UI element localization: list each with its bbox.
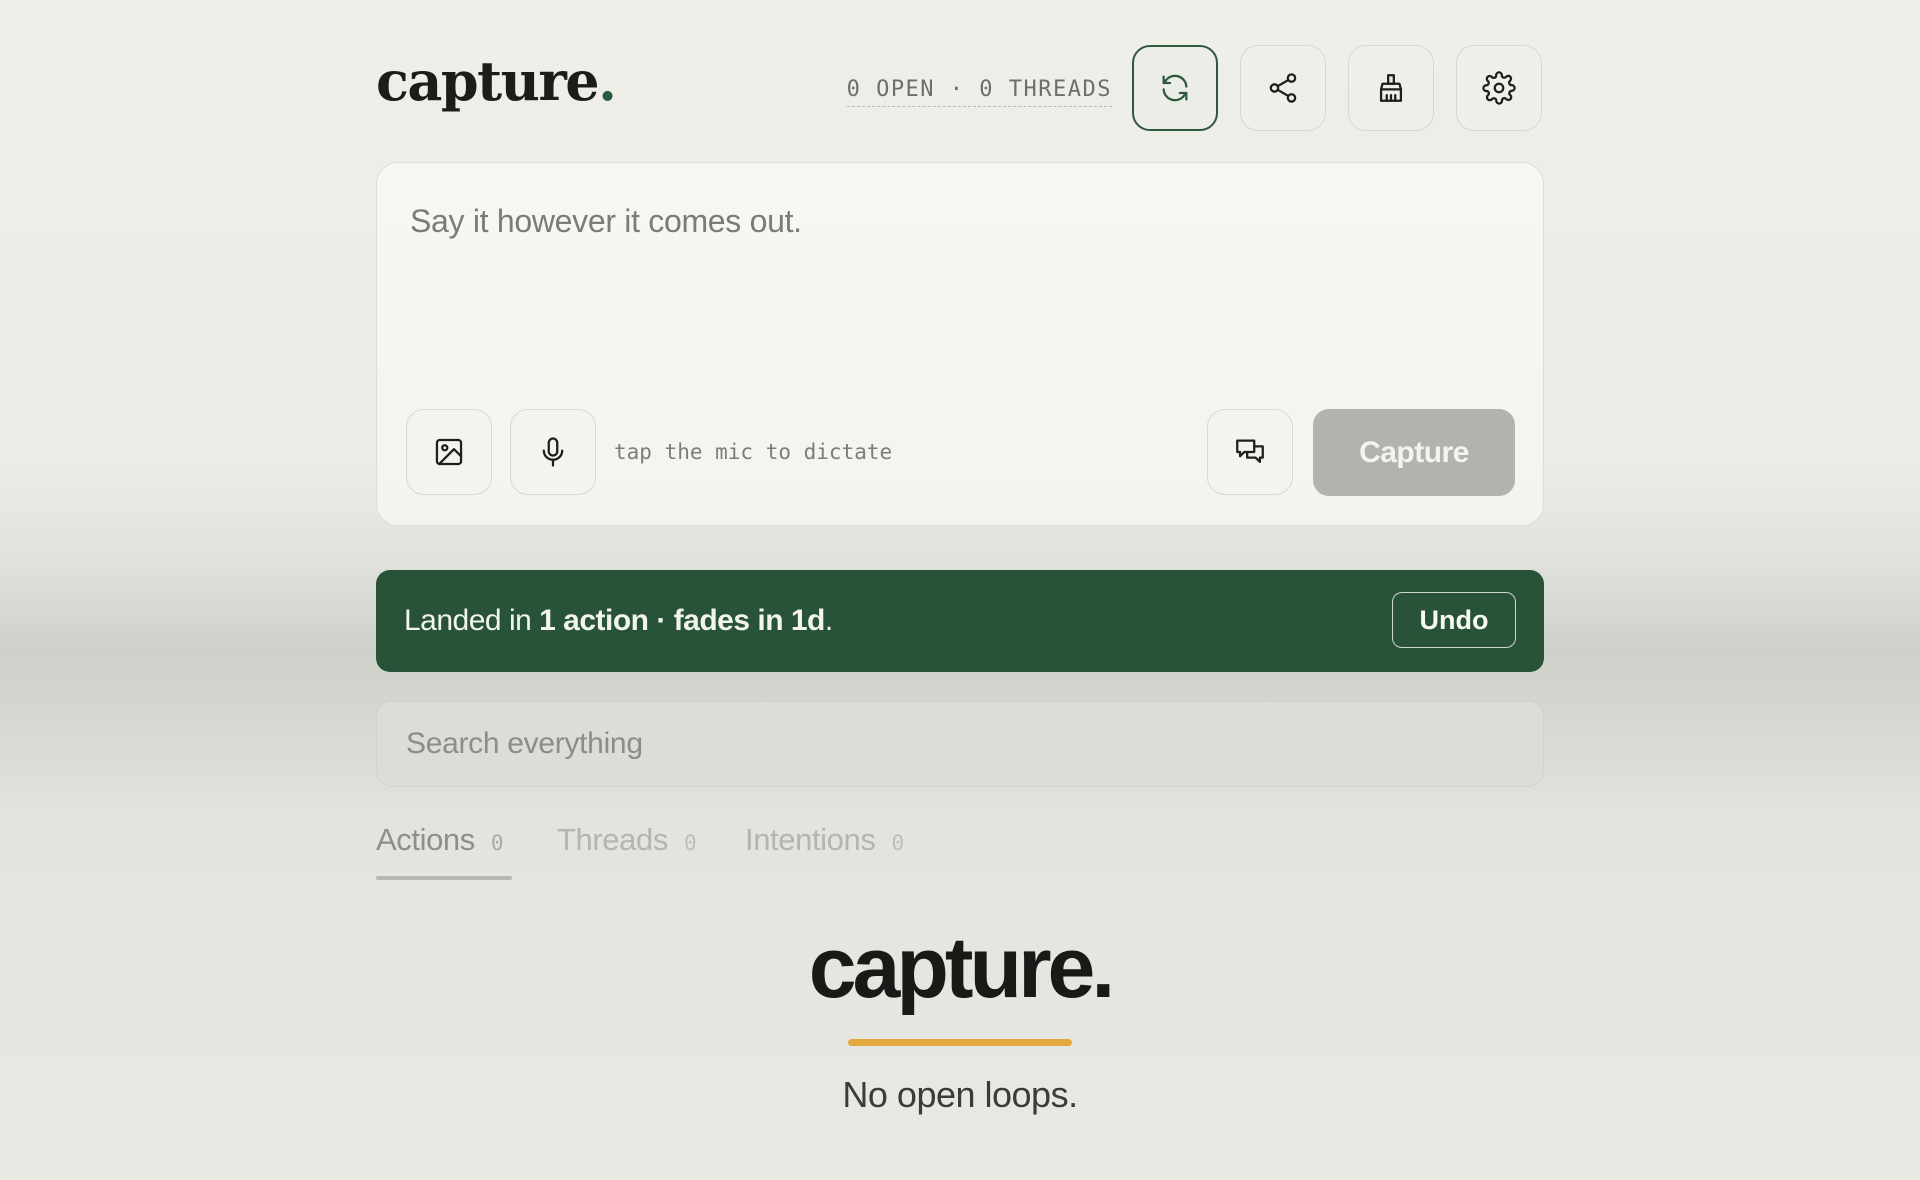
thread-button[interactable] (1207, 409, 1293, 495)
tab-intentions[interactable]: Intentions 0 (745, 820, 904, 880)
sync-icon (1162, 74, 1188, 102)
toast-message: Landed in 1 action · fades in 1d. (404, 604, 833, 637)
clear-button[interactable] (1348, 45, 1434, 131)
active-tab-indicator (376, 876, 512, 880)
tab-threads[interactable]: Threads 0 (557, 820, 697, 880)
capture-button[interactable]: Capture (1313, 409, 1515, 496)
tab-actions[interactable]: Actions 0 (376, 820, 504, 880)
share-button[interactable] (1240, 45, 1326, 131)
search-input[interactable]: Search everything (376, 701, 1544, 787)
app-logo: capture. (376, 49, 617, 113)
undo-button[interactable]: Undo (1392, 592, 1516, 648)
landed-toast: Landed in 1 action · fades in 1d. Undo (376, 570, 1544, 672)
image-icon (435, 438, 463, 466)
chat-bubbles-icon (1236, 439, 1264, 464)
search-placeholder: Search everything (406, 727, 643, 760)
open-threads-counter[interactable]: 0 OPEN · 0 THREADS (846, 74, 1112, 107)
composer-input[interactable]: Say it however it comes out. (410, 199, 802, 243)
settings-button[interactable] (1456, 45, 1542, 131)
share-icon (1269, 73, 1297, 103)
dictate-hint: tap the mic to dictate (614, 440, 893, 464)
empty-state-message: No open loops. (842, 1074, 1078, 1115)
microphone-button[interactable] (510, 409, 596, 495)
app-container: capture. 0 OPEN · 0 THREADS Say it howev… (376, 0, 1544, 1180)
sync-button[interactable] (1132, 45, 1218, 131)
gear-icon (1482, 71, 1516, 105)
attach-image-button[interactable] (406, 409, 492, 495)
broom-icon (1379, 74, 1403, 102)
empty-state-logo: capture. (808, 920, 1116, 1016)
microphone-icon (542, 437, 564, 467)
empty-state-divider (848, 1039, 1072, 1046)
capture-composer[interactable]: Say it however it comes out. tap the mic… (376, 162, 1544, 526)
